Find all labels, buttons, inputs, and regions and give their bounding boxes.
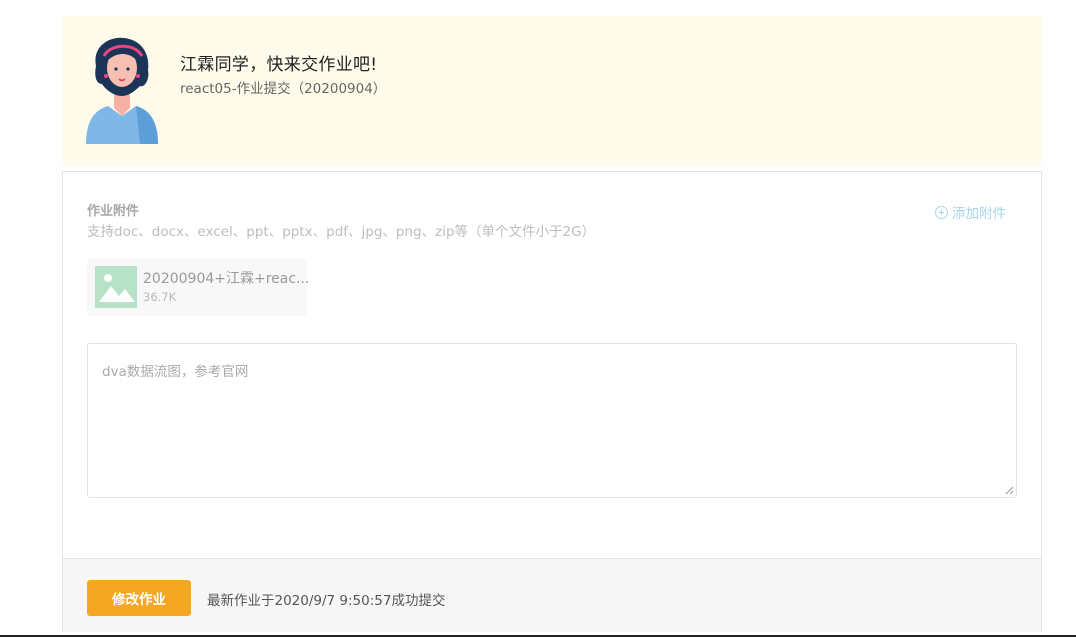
header-banner: 江霖同学，快来交作业吧! react05-作业提交（20200904）	[62, 16, 1042, 166]
greeting-text: 江霖同学，快来交作业吧!	[180, 55, 378, 75]
plus-circle-icon	[935, 205, 948, 219]
submission-status: 最新作业于2020/9/7 9:50:57成功提交	[207, 593, 446, 609]
attachments-hint: 支持doc、docx、excel、ppt、pptx、pdf、jpg、png、zi…	[87, 224, 596, 240]
student-avatar	[86, 37, 158, 144]
attachments-heading: 作业附件	[87, 204, 140, 219]
resize-handle-icon[interactable]	[1005, 486, 1014, 495]
homework-page: 江霖同学，快来交作业吧! react05-作业提交（20200904） 作业附件…	[0, 0, 1076, 638]
image-icon	[95, 266, 137, 308]
attachment-file[interactable]: 20200904+江霖+reac... 36.7K	[87, 258, 310, 316]
homework-text-area[interactable]: dva数据流图，参考官网	[87, 343, 1017, 498]
add-attachment-label: 添加附件	[952, 206, 1006, 222]
homework-text: dva数据流图，参考官网	[102, 364, 249, 380]
file-name: 20200904+江霖+reac...	[143, 271, 310, 287]
file-size: 36.7K	[143, 290, 177, 304]
bottom-divider	[0, 635, 1076, 637]
add-attachment-button[interactable]: 添加附件	[935, 202, 1006, 222]
assignment-title: react05-作业提交（20200904）	[180, 81, 387, 97]
submission-card: 作业附件 支持doc、docx、excel、ppt、pptx、pdf、jpg、p…	[62, 171, 1042, 632]
modify-homework-button[interactable]: 修改作业	[87, 580, 191, 616]
submission-footer: 修改作业 最新作业于2020/9/7 9:50:57成功提交	[63, 558, 1041, 632]
